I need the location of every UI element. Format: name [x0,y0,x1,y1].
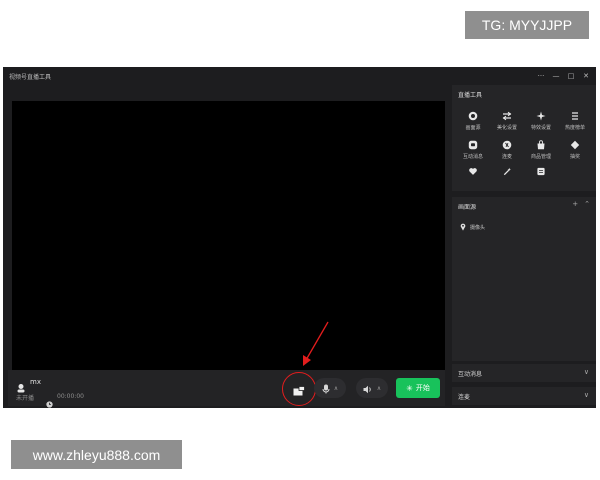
broadcast-icon: ✳ [406,383,413,393]
title-bar: 视频号直播工具 ··· — □ ✕ [3,67,596,85]
chat-icon [468,140,478,150]
microphone-button[interactable]: ∧ [314,378,346,398]
chevron-up-icon[interactable]: ∧ [377,385,381,392]
screen-layout-button[interactable] [291,382,307,398]
maximize-button[interactable]: □ [567,70,575,82]
tool-hot-ranking[interactable]: 热度榜单 [558,111,592,139]
user-avatar-icon [16,378,26,393]
more-menu-button[interactable]: ··· [537,70,545,82]
card-icon [537,167,545,176]
tool-extra-2[interactable] [490,167,524,179]
window-controls: ··· — □ ✕ [537,70,590,82]
tool-product-management[interactable]: 商品管理 [524,140,558,168]
list-icon [572,112,578,120]
interactive-messages-title: 互动消息 [458,371,483,378]
magic-icon [503,167,511,176]
scene-source-panel: 画面源 + ⌃ 摄像头 [452,197,596,361]
user-name: mx [30,378,41,386]
co-host-title: 连麦 [458,394,471,401]
start-live-button[interactable]: ✳ 开始 [396,378,440,398]
screen-layout-icon [293,381,305,400]
live-preview-canvas[interactable] [12,101,445,379]
record-icon [468,111,478,121]
live-status-text: 未开播 [16,395,35,402]
close-button[interactable]: ✕ [582,70,590,82]
live-stream-app-window: 视频号直播工具 ··· — □ ✕ mx 未开播 00:00:00 ∧ ∧ ✳ … [3,67,596,408]
speaker-button[interactable]: ∧ [356,378,388,398]
live-timer: 00:00:00 [57,393,84,400]
tool-lucky-draw[interactable]: 抽奖 [558,140,592,168]
sparkle-icon [536,111,546,121]
bottom-control-bar: mx 未开播 00:00:00 ∧ ∧ ✳ 开始 [8,370,445,408]
gift-icon [570,140,580,150]
scene-source-title: 画面源 [458,204,477,211]
collapse-scene-button[interactable]: ⌃ [584,200,590,208]
scene-panel-actions: + ⌃ [572,200,590,208]
tool-co-host[interactable]: 连麦 [490,140,524,168]
microphone-icon [322,379,330,398]
speaker-icon [363,379,373,398]
add-scene-button[interactable]: + [572,200,578,208]
tool-beauty-settings[interactable]: 美化设置 [490,111,524,139]
bag-icon [537,140,545,150]
chevron-down-icon[interactable]: ∨ [584,368,589,376]
heart-icon [469,168,477,175]
live-tools-title: 直播工具 [458,92,483,99]
tool-interactive-messages[interactable]: 互动消息 [456,140,490,168]
minimize-button[interactable]: — [552,70,560,82]
link-icon [502,140,512,150]
tool-scene-source[interactable]: 画面源 [456,111,490,139]
tool-effects-settings[interactable]: 特效设置 [524,111,558,139]
interactive-messages-panel[interactable]: 互动消息 ∨ [452,364,596,382]
window-title: 视频号直播工具 [9,73,52,81]
tool-extra-1[interactable] [456,167,490,179]
live-tools-panel: 直播工具 画面源 美化设置 特效设置 热度榜单 互动消息 连麦 商品管理 抽奖 [452,85,596,191]
sliders-icon [502,111,512,121]
scene-item-camera[interactable]: 摄像头 [460,223,485,231]
clock-icon [46,393,53,408]
location-icon [460,223,466,231]
tg-watermark-label: TG: MYYJJPP [465,11,589,39]
tool-extra-3[interactable] [524,167,558,179]
chevron-up-icon[interactable]: ∧ [334,385,338,392]
start-live-label: 开始 [415,384,430,392]
site-url-label: www.zhleyu888.com [11,440,182,469]
co-host-panel[interactable]: 连麦 ∨ [452,387,596,405]
chevron-down-icon[interactable]: ∨ [584,391,589,399]
